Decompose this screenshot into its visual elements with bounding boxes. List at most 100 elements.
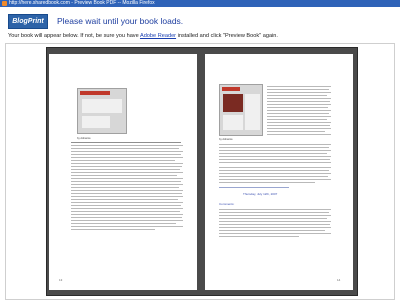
text-line [267, 95, 327, 96]
text-line [267, 98, 331, 99]
pdf-viewer[interactable]: by Adrastos 13 by Adrastos Thursday, Jul… [5, 43, 395, 300]
post-meta-line [219, 187, 289, 188]
loading-headline: Please wait until your book loads. [57, 16, 184, 26]
text-line [267, 113, 329, 114]
text-line [219, 162, 331, 163]
text-line [71, 205, 181, 206]
text-line [219, 182, 315, 183]
screenshot-header [222, 87, 240, 91]
text-line [219, 236, 299, 237]
text-line [267, 116, 331, 117]
instructions-text: Your book will appear below. If not, be … [8, 33, 278, 39]
text-line [219, 224, 330, 225]
post-screenshot-image [219, 84, 263, 136]
text-line [219, 209, 331, 210]
screenshot-content [223, 94, 243, 112]
text-line [267, 86, 331, 87]
text-line [267, 92, 331, 93]
text-line [267, 128, 331, 129]
screenshot-content [82, 99, 122, 113]
text-line [71, 151, 183, 152]
text-line [219, 153, 327, 154]
screenshot-content [245, 94, 260, 130]
text-line [219, 147, 329, 148]
text-line [219, 179, 331, 180]
text-line [71, 175, 177, 176]
text-line [71, 202, 183, 203]
text-line [267, 89, 329, 90]
post-date: Thursday, July 12th, 2007 [243, 192, 278, 196]
firefox-icon [2, 1, 7, 6]
text-line [219, 227, 331, 228]
text-line [71, 160, 175, 161]
text-line [267, 101, 330, 102]
text-line [71, 196, 183, 197]
text-line [219, 150, 331, 151]
text-line [71, 223, 176, 224]
text-line [219, 167, 331, 168]
text-line [267, 125, 330, 126]
text-line [71, 178, 183, 179]
text-line [71, 220, 183, 221]
text-line [71, 187, 179, 188]
screenshot-content [223, 115, 243, 130]
text-line [267, 131, 325, 132]
text-line [71, 181, 181, 182]
text-line [71, 154, 181, 155]
text-line [71, 199, 178, 200]
text-line [267, 122, 331, 123]
text-line [267, 119, 327, 120]
blogprint-logo[interactable]: BlogPrint [8, 14, 48, 29]
screenshot-content [82, 116, 110, 128]
text-line [219, 215, 331, 216]
image-caption: by Adrastos [219, 138, 233, 141]
window-title: http://here.sharedbook.com - Preview Boo… [9, 0, 155, 6]
text-line [219, 159, 330, 160]
book-spread: by Adrastos 13 by Adrastos Thursday, Jul… [46, 47, 358, 296]
text-line [219, 156, 331, 157]
text-line [219, 230, 325, 231]
text-line [71, 208, 183, 209]
text-line [219, 218, 327, 219]
text-line [71, 217, 182, 218]
post-screenshot-image [77, 88, 127, 134]
page-header: BlogPrint Please wait until your book lo… [0, 7, 400, 43]
text-line [71, 214, 183, 215]
text-line [71, 172, 183, 173]
text-line [267, 110, 331, 111]
text-line [71, 169, 180, 170]
book-page-left: by Adrastos 13 [49, 54, 197, 290]
window-titlebar: http://here.sharedbook.com - Preview Boo… [0, 0, 400, 7]
text-line [71, 166, 182, 167]
page-number: 14 [337, 278, 341, 282]
text-line [219, 144, 331, 145]
page-number: 13 [59, 278, 63, 282]
text-line [71, 211, 180, 212]
image-caption: by Adrastos [77, 137, 91, 140]
text-line [267, 104, 331, 105]
instructions-prefix: Your book will appear below. If not, be … [8, 33, 140, 39]
text-line [219, 170, 329, 171]
text-line [219, 233, 331, 234]
screenshot-header [80, 91, 110, 95]
text-line [71, 148, 179, 149]
text-line [219, 221, 331, 222]
text-line [71, 193, 182, 194]
text-line [71, 163, 183, 164]
text-line [71, 142, 181, 143]
comments-heading: Comments: [219, 202, 235, 206]
text-line [71, 190, 183, 191]
text-line [267, 134, 331, 135]
instructions-suffix: installed and click "Preview Book" again… [176, 33, 278, 39]
text-line [219, 173, 331, 174]
text-line [267, 107, 328, 108]
text-line [71, 184, 183, 185]
text-line [71, 226, 183, 227]
book-page-right: by Adrastos Thursday, July 12th, 2007 Co… [205, 54, 353, 290]
text-line [71, 229, 155, 230]
text-line [219, 212, 329, 213]
text-line [71, 145, 183, 146]
text-line [219, 176, 328, 177]
text-line [71, 157, 183, 158]
adobe-reader-link[interactable]: Adobe Reader [140, 33, 176, 39]
